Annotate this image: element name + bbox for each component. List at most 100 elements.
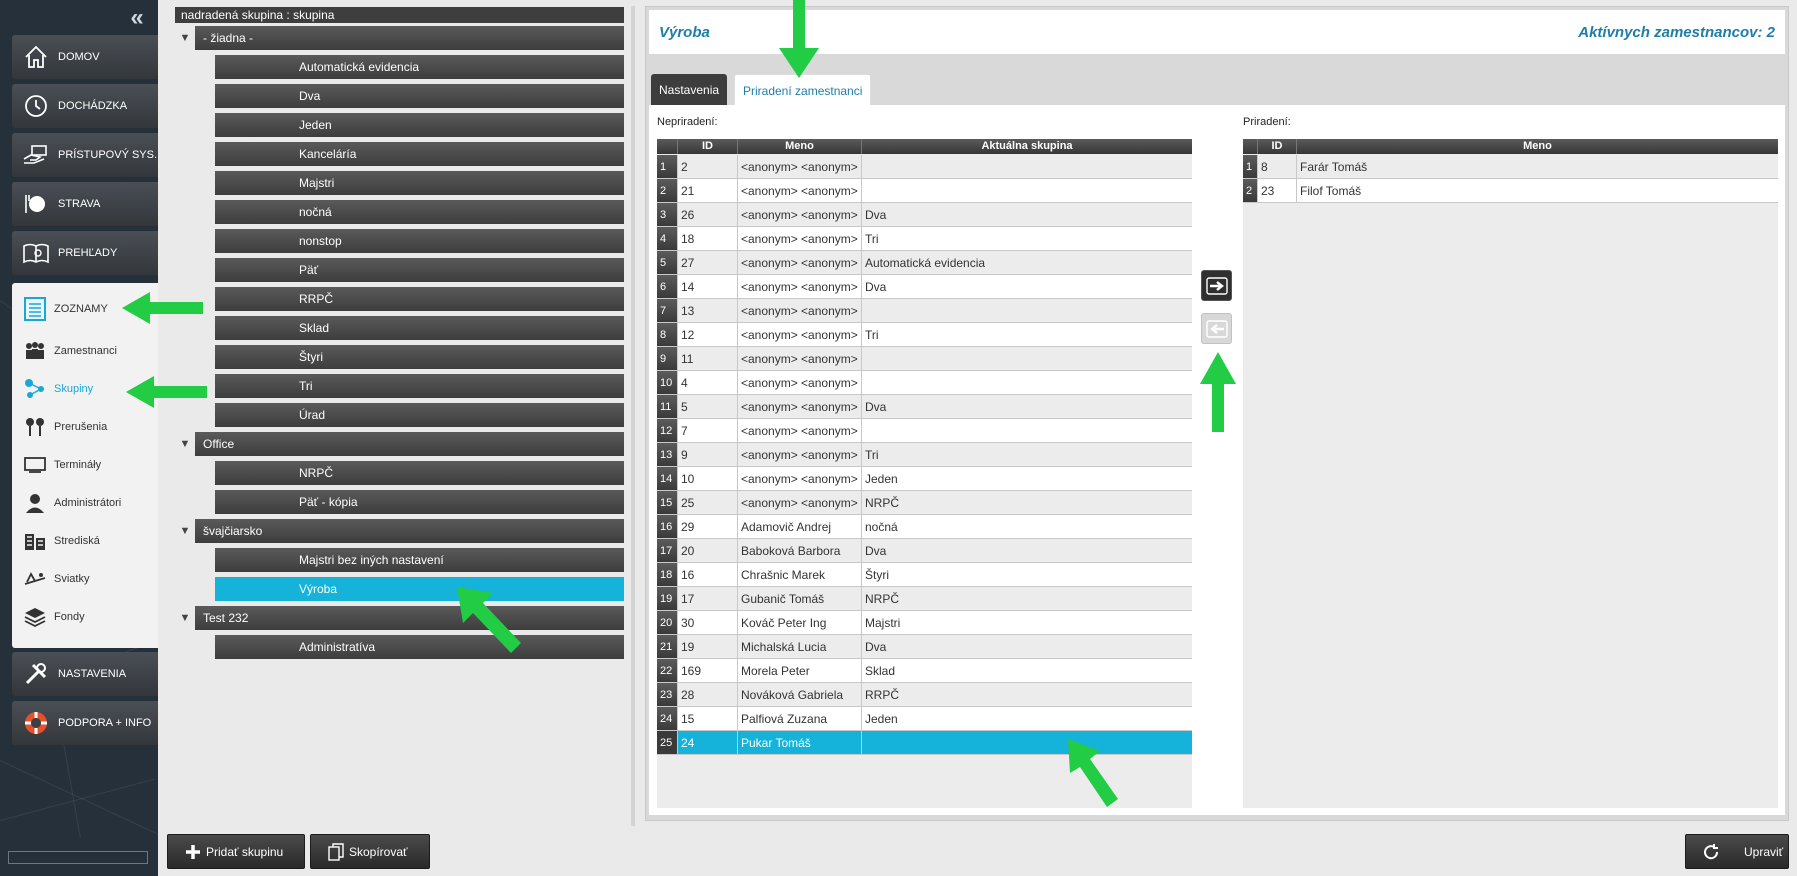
tree-item[interactable]: Kanceláría bbox=[215, 142, 624, 166]
table-row[interactable]: 15 25 <anonym> <anonym> NRPČ bbox=[657, 491, 1192, 515]
submenu-item-fondy[interactable]: Fondy bbox=[12, 598, 158, 636]
tree-item[interactable]: RRPČ bbox=[215, 287, 624, 311]
assign-button[interactable] bbox=[1201, 270, 1232, 301]
tree-group[interactable]: švajčiarsko bbox=[195, 519, 624, 543]
column-header-meno[interactable]: Meno bbox=[737, 139, 861, 154]
cell-group: Dva bbox=[861, 203, 1192, 227]
tree-item[interactable]: Jeden bbox=[215, 113, 624, 137]
table-row[interactable]: 1 8 Farár Tomáš bbox=[1243, 155, 1778, 179]
edit-button[interactable]: Upraviť bbox=[1685, 834, 1789, 869]
tree-item[interactable]: Päť bbox=[215, 258, 624, 282]
table-row[interactable]: 1 2 <anonym> <anonym> bbox=[657, 155, 1192, 179]
nav-item-label: PODPORA + INFO bbox=[58, 717, 152, 729]
row-number: 18 bbox=[657, 563, 677, 587]
nav-item-label: STRAVA bbox=[58, 198, 101, 210]
table-row[interactable]: 14 10 <anonym> <anonym> Jeden bbox=[657, 467, 1192, 491]
column-header-meno[interactable]: Meno bbox=[1296, 139, 1778, 154]
nav-item-podpora[interactable]: PODPORA + INFO bbox=[12, 701, 158, 745]
cell-name: <anonym> <anonym> bbox=[737, 491, 861, 515]
unassign-button[interactable] bbox=[1201, 313, 1232, 344]
table-row[interactable]: 18 16 Chrašnic Marek Štyri bbox=[657, 563, 1192, 587]
nav-item-domov[interactable]: DOMOV bbox=[12, 35, 158, 79]
table-row[interactable]: 6 14 <anonym> <anonym> Dva bbox=[657, 275, 1192, 299]
add-group-button[interactable]: Pridať skupinu bbox=[167, 834, 305, 869]
collapse-nav-icon[interactable]: « bbox=[126, 6, 148, 30]
nav-item-nastavenia[interactable]: NASTAVENIA bbox=[12, 652, 158, 696]
tree-group[interactable]: - žiadna - bbox=[195, 26, 624, 50]
tree-item[interactable]: Tri bbox=[215, 374, 624, 398]
tree-item[interactable]: Úrad bbox=[215, 403, 624, 427]
submenu-item-sviatky[interactable]: Sviatky bbox=[12, 560, 158, 598]
tree-item-selected[interactable]: Výroba bbox=[215, 577, 624, 601]
table-row[interactable]: 11 5 <anonym> <anonym> Dva bbox=[657, 395, 1192, 419]
column-header-skupina[interactable]: Aktuálna skupina bbox=[861, 139, 1192, 154]
cell-name: Pukar Tomáš bbox=[737, 731, 861, 755]
tree-item[interactable]: nočná bbox=[215, 200, 624, 224]
tree-item[interactable]: Majstri bez iných nastavení bbox=[215, 548, 624, 572]
copy-button[interactable]: Skopírovať bbox=[310, 834, 430, 869]
table-row[interactable]: 24 15 Palfiová Zuzana Jeden bbox=[657, 707, 1192, 731]
tools-icon bbox=[20, 658, 52, 690]
row-number: 1 bbox=[1243, 155, 1257, 179]
row-number: 2 bbox=[657, 179, 677, 203]
row-number: 25 bbox=[657, 731, 677, 755]
table-row[interactable]: 2 21 <anonym> <anonym> bbox=[657, 179, 1192, 203]
chevron-down-icon[interactable]: ▼ bbox=[179, 26, 191, 50]
cell-id: 14 bbox=[677, 275, 737, 299]
tab-nastavenia[interactable]: Nastavenia bbox=[651, 74, 728, 106]
table-row[interactable]: 12 7 <anonym> <anonym> bbox=[657, 419, 1192, 443]
table-row[interactable]: 13 9 <anonym> <anonym> Tri bbox=[657, 443, 1192, 467]
row-number: 10 bbox=[657, 371, 677, 395]
row-number: 16 bbox=[657, 515, 677, 539]
table-row[interactable]: 22 169 Morela Peter Sklad bbox=[657, 659, 1192, 683]
table-row[interactable]: 9 11 <anonym> <anonym> bbox=[657, 347, 1192, 371]
cell-group: RRPČ bbox=[861, 683, 1192, 707]
table-row[interactable]: 7 13 <anonym> <anonym> bbox=[657, 299, 1192, 323]
group-tree: nadradená skupina : skupina ▼ - žiadna -… bbox=[175, 6, 624, 826]
table-row[interactable]: 10 4 <anonym> <anonym> bbox=[657, 371, 1192, 395]
tree-item[interactable]: Štyri bbox=[215, 345, 624, 369]
table-row[interactable]: 8 12 <anonym> <anonym> Tri bbox=[657, 323, 1192, 347]
tree-item[interactable]: Majstri bbox=[215, 171, 624, 195]
tree-group[interactable]: Office bbox=[195, 432, 624, 456]
nav-item-pristupovy[interactable]: PRÍSTUPOVÝ SYS. bbox=[12, 133, 158, 177]
column-header-id[interactable]: ID bbox=[677, 139, 737, 154]
chevron-down-icon[interactable]: ▼ bbox=[179, 432, 191, 456]
cell-name: Baboková Barbora bbox=[737, 539, 861, 563]
cell-name: Farár Tomáš bbox=[1296, 155, 1778, 179]
chevron-down-icon[interactable]: ▼ bbox=[179, 519, 191, 543]
tree-item[interactable]: Sklad bbox=[215, 316, 624, 340]
table-row[interactable]: 21 19 Michalská Lucia Dva bbox=[657, 635, 1192, 659]
tree-item[interactable]: Automatická evidencia bbox=[215, 55, 624, 79]
cell-id: 12 bbox=[677, 323, 737, 347]
table-row[interactable]: 19 17 Gubanič Tomáš NRPČ bbox=[657, 587, 1192, 611]
submenu-item-prerusenia[interactable]: Prerušenia bbox=[12, 408, 158, 446]
table-row[interactable]: 3 26 <anonym> <anonym> Dva bbox=[657, 203, 1192, 227]
cell-id: 27 bbox=[677, 251, 737, 275]
tree-item[interactable]: Dva bbox=[215, 84, 624, 108]
grid-header: ID Meno bbox=[1243, 139, 1778, 154]
table-row[interactable]: 16 29 Adamovič Andrej nočná bbox=[657, 515, 1192, 539]
tree-item[interactable]: nonstop bbox=[215, 229, 624, 253]
table-row[interactable]: 17 20 Baboková Barbora Dva bbox=[657, 539, 1192, 563]
splitter[interactable] bbox=[631, 6, 635, 826]
tree-item[interactable]: Päť - kópia bbox=[215, 490, 624, 514]
nav-item-prehlady[interactable]: PREHĽADY bbox=[12, 231, 158, 275]
table-row[interactable]: 2 23 Filof Tomáš bbox=[1243, 179, 1778, 203]
table-row[interactable]: 23 28 Nováková Gabriela RRPČ bbox=[657, 683, 1192, 707]
tree-item[interactable]: NRPČ bbox=[215, 461, 624, 485]
submenu-item-strediska[interactable]: Strediská bbox=[12, 522, 158, 560]
column-header-id[interactable]: ID bbox=[1257, 139, 1296, 154]
pins-icon bbox=[22, 414, 48, 440]
table-row[interactable]: 20 30 Kováč Peter Ing Majstri bbox=[657, 611, 1192, 635]
chevron-down-icon[interactable]: ▼ bbox=[179, 606, 191, 630]
tree-group[interactable]: Test 232 bbox=[195, 606, 624, 630]
tree-item[interactable]: Administratíva bbox=[215, 635, 624, 659]
submenu-item-administratori[interactable]: Administrátori bbox=[12, 484, 158, 522]
nav-item-dochadzka[interactable]: DOCHÁDZKA bbox=[12, 84, 158, 128]
table-row[interactable]: 5 27 <anonym> <anonym> Automatická evidenci… bbox=[657, 251, 1192, 275]
submenu-item-zamestnanci[interactable]: Zamestnanci bbox=[12, 332, 158, 370]
submenu-item-terminaly[interactable]: Termináły bbox=[12, 446, 158, 484]
nav-item-strava[interactable]: STRAVA bbox=[12, 182, 158, 226]
table-row[interactable]: 4 18 <anonym> <anonym> Tri bbox=[657, 227, 1192, 251]
